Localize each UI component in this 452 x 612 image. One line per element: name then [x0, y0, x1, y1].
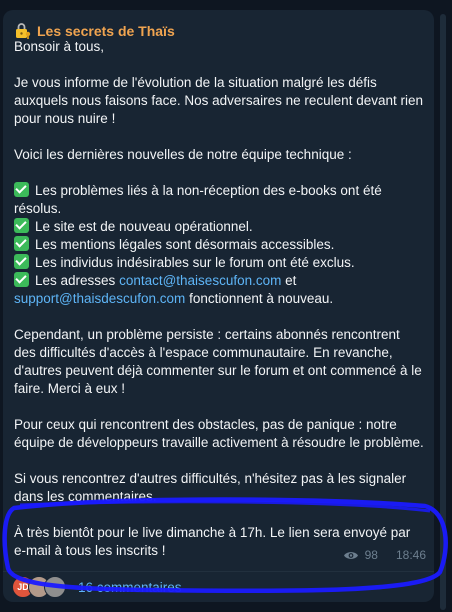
email-link-support[interactable]: support@thaisdescufon.com: [14, 291, 185, 306]
check-mark-icon: [14, 272, 29, 287]
view-count: 98: [364, 548, 378, 562]
message-time: 18:46: [395, 548, 426, 562]
checklist-item: Les mentions légales sont désormais acce…: [14, 236, 424, 254]
check-mark-icon: [14, 254, 29, 269]
checklist-item-addresses: Les adresses contact@thaisescufon.com et…: [14, 272, 334, 306]
checklist-item: Le site est de nouveau opérationnel.: [14, 218, 424, 236]
email-link-contact[interactable]: contact@thaisescufon.com: [119, 273, 281, 288]
scrollbar-thumb[interactable]: [440, 14, 446, 610]
check-mark-icon: [14, 236, 29, 251]
check-mark-icon: [14, 218, 29, 233]
problem-paragraph: Cependant, un problème persiste : certai…: [14, 327, 422, 396]
comments-divider: [3, 571, 434, 572]
eye-icon: [343, 551, 358, 559]
check-mark-icon: [14, 182, 29, 197]
avatar: [44, 576, 66, 598]
report-paragraph: Si vous rencontrez d'autres difficultés,…: [14, 471, 407, 504]
comments-count-label[interactable]: 16 commentaires: [78, 580, 182, 595]
comments-button[interactable]: JD 16 commentaires: [12, 576, 182, 598]
news-heading: Voici les dernières nouvelles de notre é…: [14, 147, 352, 162]
checklist-item: Les problèmes liés à la non-réception de…: [14, 182, 382, 216]
greeting-text: Bonsoir à tous,: [14, 39, 105, 54]
obstacles-paragraph: Pour ceux qui rencontrent des obstacles,…: [14, 417, 424, 450]
message-meta: 98 18:46: [343, 548, 426, 562]
intro-paragraph: Je vous informe de l'évolution de la sit…: [14, 75, 423, 126]
message-text: Bonsoir à tous, Je vous informe de l'évo…: [14, 38, 424, 560]
checklist-item: Les individus indésirables sur le forum …: [14, 254, 424, 272]
